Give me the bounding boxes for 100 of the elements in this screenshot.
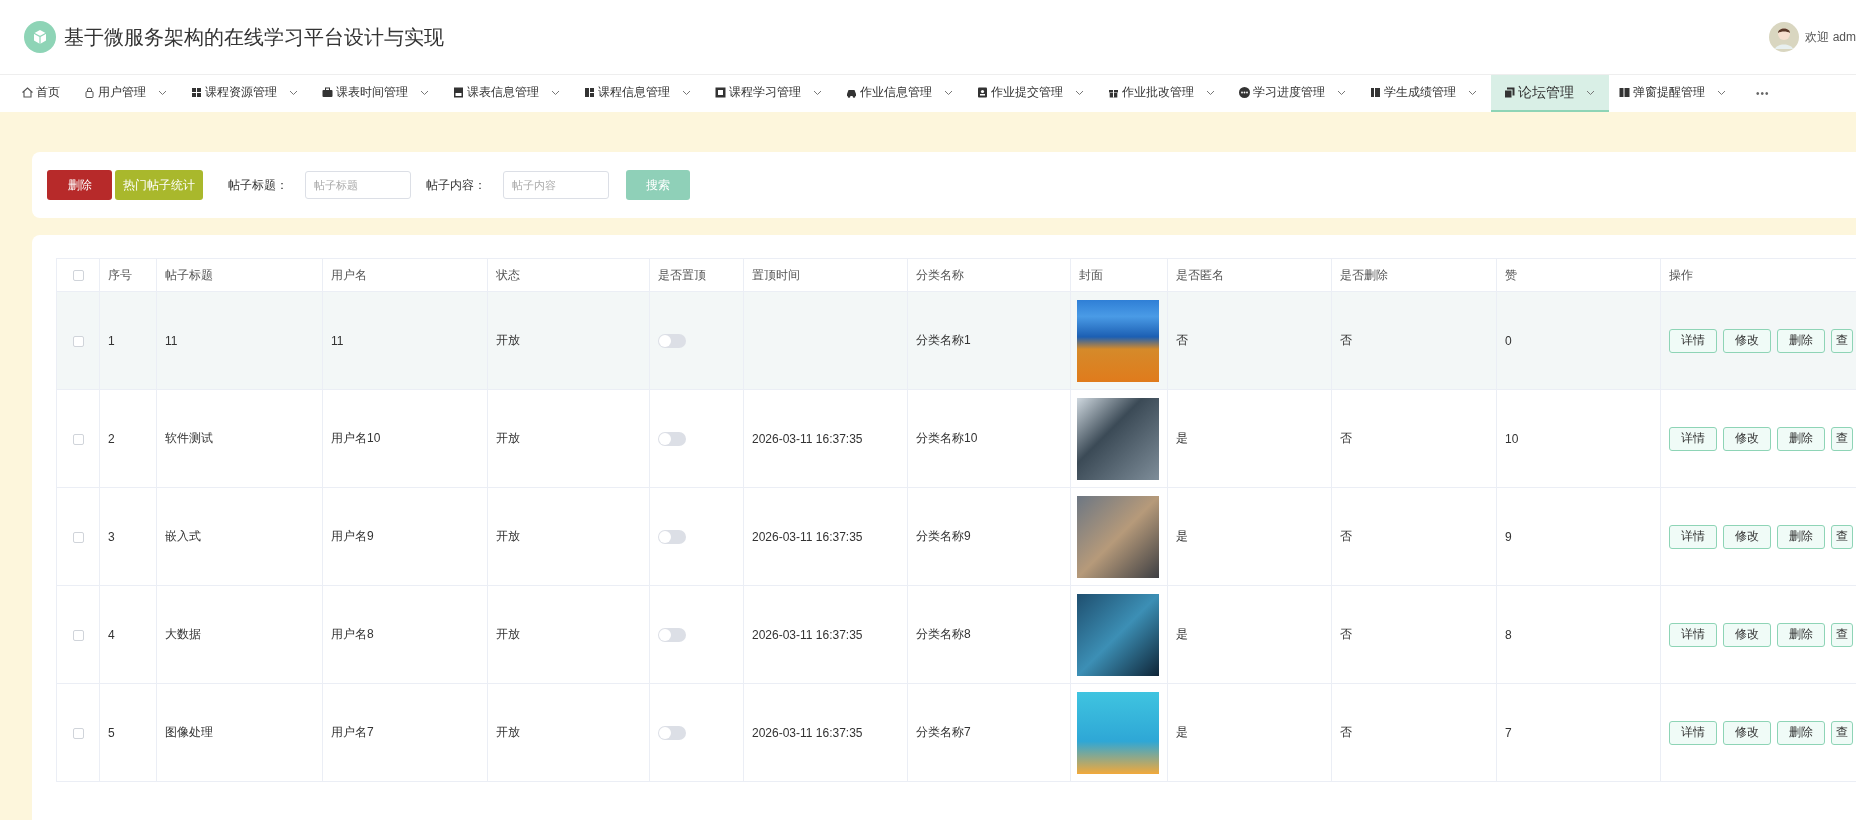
filter-label: 帖子标题： <box>228 176 288 194</box>
checkbox[interactable] <box>72 433 84 445</box>
column-header: 置顶时间 <box>743 258 908 292</box>
home-icon <box>21 86 34 99</box>
table-cell-text: 分类名称8 <box>916 627 971 641</box>
table-cell-text: 否 <box>1176 333 1188 347</box>
table-cell-text: 开放 <box>496 333 520 347</box>
checkbox[interactable] <box>72 531 84 543</box>
table-cell-text: 7 <box>1505 725 1512 740</box>
toggle-switch[interactable] <box>658 431 686 446</box>
table-cell-text: 4 <box>108 627 115 642</box>
action-button[interactable]: 查 <box>1831 720 1853 745</box>
ellipsis-icon <box>1238 86 1251 99</box>
toggle-switch[interactable] <box>658 725 686 740</box>
action-button[interactable]: 删除 <box>1777 426 1825 451</box>
table-cell-text: 3 <box>108 529 115 544</box>
action-button[interactable]: 详情 <box>1669 328 1717 353</box>
column-header: 是否匿名 <box>1167 258 1332 292</box>
table-cell-text: 分类名称7 <box>916 725 971 739</box>
action-button[interactable]: 查 <box>1831 524 1853 549</box>
nav-tab[interactable]: 课表信息管理 <box>443 75 574 112</box>
toggle-switch[interactable] <box>658 529 686 544</box>
nav-tab[interactable]: 学习进度管理 <box>1229 75 1360 112</box>
action-button[interactable]: 删除 <box>1777 622 1825 647</box>
nav-tab[interactable]: 作业信息管理 <box>836 75 967 112</box>
table-cell-text: 是 <box>1176 725 1188 739</box>
nav-tab[interactable]: 作业批改管理 <box>1098 75 1229 112</box>
nav-tab[interactable]: 课表时间管理 <box>312 75 443 112</box>
action-button[interactable]: 修改 <box>1723 622 1771 647</box>
column-header: 是否删除 <box>1331 258 1497 292</box>
nav-tab[interactable]: 课程信息管理 <box>574 75 705 112</box>
action-button[interactable]: 修改 <box>1723 524 1771 549</box>
checkbox[interactable] <box>72 629 84 641</box>
nav-tab[interactable]: 用户管理 <box>74 75 181 112</box>
app-title: 基于微服务架构的在线学习平台设计与实现 <box>64 24 444 50</box>
action-button[interactable]: 详情 <box>1669 426 1717 451</box>
toggle-switch[interactable] <box>658 627 686 642</box>
grid-icon <box>190 86 203 99</box>
table-cell-text: 是 <box>1176 529 1188 543</box>
action-button[interactable]: 查 <box>1831 426 1853 451</box>
table-cell-text: 是 <box>1176 431 1188 445</box>
table-cell-text: 8 <box>1505 627 1512 642</box>
table-cell-text: 嵌入式 <box>165 529 201 543</box>
action-button[interactable]: 详情 <box>1669 524 1717 549</box>
table-cell-text: 2026-03-11 16:37:35 <box>752 627 863 642</box>
table-cell-text: 是 <box>1176 627 1188 641</box>
toggle-switch[interactable] <box>658 333 686 348</box>
more-button[interactable]: ••• <box>1740 75 1786 112</box>
table-cell-text: 否 <box>1340 627 1352 641</box>
table-cell-text: 图像处理 <box>165 725 213 739</box>
action-button[interactable]: 详情 <box>1669 622 1717 647</box>
column-header: 操作 <box>1660 258 1856 292</box>
table-cell-text: 否 <box>1340 431 1352 445</box>
action-button[interactable]: 修改 <box>1723 328 1771 353</box>
filter-label: 帖子内容： <box>426 176 486 194</box>
action-button[interactable]: 修改 <box>1723 426 1771 451</box>
action-button[interactable]: 详情 <box>1669 720 1717 745</box>
nav-tab[interactable]: 作业提交管理 <box>967 75 1098 112</box>
table-cell-text: 分类名称1 <box>916 333 971 347</box>
filter-field[interactable]: 帖子内容 <box>503 171 609 199</box>
columns-icon <box>1369 86 1382 99</box>
nav-tab[interactable]: 学生成绩管理 <box>1360 75 1491 112</box>
table-cell-text: 软件测试 <box>165 431 213 445</box>
action-button[interactable]: 删除 <box>1777 524 1825 549</box>
table-cell-text: 用户名10 <box>331 431 381 445</box>
briefcase-icon <box>321 86 334 99</box>
checkbox[interactable] <box>72 335 84 347</box>
table-cell-text: 9 <box>1505 529 1512 544</box>
checkbox[interactable] <box>72 727 84 739</box>
table-cell-text: 11 <box>165 333 178 348</box>
nav-tab[interactable]: 论坛管理 <box>1491 75 1609 112</box>
column-header: 帖子标题 <box>156 258 323 292</box>
table-cell-text: 用户名9 <box>331 529 374 543</box>
action-button[interactable]: 删除 <box>1777 720 1825 745</box>
delete-button[interactable]: 删除 <box>47 170 112 200</box>
action-button[interactable]: 修改 <box>1723 720 1771 745</box>
action-button[interactable]: 删除 <box>1777 328 1825 353</box>
table-cell-text: 开放 <box>496 529 520 543</box>
avatar-icon <box>1769 22 1800 52</box>
table-cell-text: 11 <box>331 333 344 348</box>
filter-field[interactable]: 帖子标题 <box>305 171 411 199</box>
column-header: 封面 <box>1070 258 1168 292</box>
action-button[interactable]: 查 <box>1831 328 1853 353</box>
table-cell-text: 开放 <box>496 627 520 641</box>
column-header: 赞 <box>1496 258 1661 292</box>
column-header: 序号 <box>99 258 157 292</box>
table-cell-text: 大数据 <box>165 627 201 641</box>
nav-tab[interactable]: 课程学习管理 <box>705 75 836 112</box>
copy-icon <box>1503 86 1516 99</box>
table-cell-text: 分类名称10 <box>916 431 978 445</box>
book-icon <box>452 86 465 99</box>
nav-tab[interactable]: 首页 <box>12 75 74 112</box>
table-cell-text: 用户名7 <box>331 725 374 739</box>
action-button[interactable]: 查 <box>1831 622 1853 647</box>
checkbox[interactable] <box>72 270 84 282</box>
table-cell-text: 分类名称9 <box>916 529 971 543</box>
grid-icon <box>583 86 596 99</box>
table-cell-text: 2026-03-11 16:37:35 <box>752 725 863 740</box>
nav-tab[interactable]: 课程资源管理 <box>181 75 312 112</box>
nav-tab[interactable]: 弹窗提醒管理 <box>1609 75 1740 112</box>
